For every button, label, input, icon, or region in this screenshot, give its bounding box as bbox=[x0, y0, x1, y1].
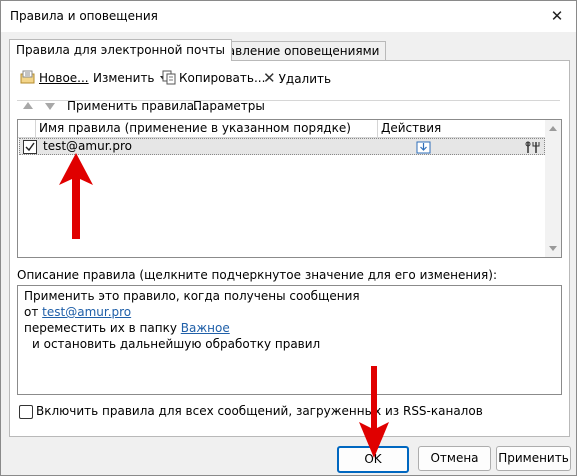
column-actions[interactable]: Действия bbox=[378, 120, 545, 137]
description-line-2: от test@amur.pro bbox=[24, 305, 131, 319]
cancel-button[interactable]: Отмена bbox=[418, 446, 491, 471]
parameters-button[interactable]: Параметры bbox=[193, 96, 265, 116]
scroll-down-icon[interactable] bbox=[549, 246, 557, 251]
annotation-arrow-down-icon bbox=[359, 366, 389, 458]
checkmark-icon bbox=[25, 142, 35, 152]
move-down-icon[interactable] bbox=[45, 103, 55, 110]
copy-icon bbox=[162, 70, 176, 85]
move-to-folder-icon bbox=[416, 141, 431, 154]
table-row[interactable]: test@amur.pro bbox=[19, 138, 545, 155]
rule-description-box: Применить это правило, когда получены со… bbox=[17, 285, 562, 395]
delete-icon: ✕ bbox=[263, 69, 276, 87]
rules-list-header: Имя правила (применение в указанном поря… bbox=[18, 120, 545, 138]
rules-list[interactable]: Имя правила (применение в указанном поря… bbox=[17, 119, 562, 258]
edit-rule-label: Изменить bbox=[93, 71, 155, 85]
new-rule-label: Новое... bbox=[39, 71, 89, 85]
tab-email-rules[interactable]: Правила для электронной почты bbox=[9, 39, 232, 61]
dialog-title: Правила и оповещения bbox=[10, 9, 158, 23]
rules-and-alerts-dialog: Правила и оповещения ✕ Правила для элект… bbox=[0, 0, 577, 476]
move-to-folder-label: переместить их в папку bbox=[24, 321, 177, 335]
close-icon[interactable]: ✕ bbox=[541, 3, 573, 29]
rule-name: test@amur.pro bbox=[43, 139, 132, 153]
description-line-1: Применить это правило, когда получены со… bbox=[24, 289, 360, 303]
rss-rules-checkbox[interactable] bbox=[19, 405, 33, 419]
description-line-3: переместить их в папку Важное bbox=[24, 321, 230, 335]
checkbox-column-header bbox=[18, 120, 36, 137]
from-label: от bbox=[24, 305, 39, 319]
folder-link[interactable]: Важное bbox=[181, 321, 230, 335]
rule-description-label: Описание правила (щелкните подчеркнутое … bbox=[17, 268, 497, 282]
sender-link[interactable]: test@amur.pro bbox=[42, 305, 131, 319]
annotation-arrow-up-icon bbox=[59, 153, 93, 239]
move-up-icon[interactable] bbox=[23, 102, 33, 109]
description-line-4: и остановить дальнейшую обработку правил bbox=[32, 337, 321, 351]
apply-rules-button[interactable]: Применить правила... bbox=[67, 96, 206, 116]
new-rule-button[interactable]: Новое... bbox=[19, 68, 89, 88]
rule-enabled-checkbox[interactable] bbox=[23, 140, 37, 154]
edit-rule-button[interactable]: Изменить bbox=[93, 68, 167, 88]
copy-rule-button[interactable]: Копировать... bbox=[161, 68, 265, 88]
new-rule-icon bbox=[20, 70, 35, 84]
stop-processing-icon bbox=[525, 141, 540, 153]
copy-rule-label: Копировать... bbox=[179, 71, 266, 85]
apply-button[interactable]: Применить bbox=[496, 446, 571, 471]
title-bar: Правила и оповещения ✕ bbox=[1, 1, 576, 32]
scroll-up-icon[interactable] bbox=[549, 126, 557, 131]
rules-list-scrollbar[interactable] bbox=[545, 120, 561, 257]
rss-rules-label: Включить правила для всех сообщений, заг… bbox=[36, 404, 483, 418]
delete-rule-button[interactable]: ✕ Удалить bbox=[263, 68, 331, 88]
column-rule-name[interactable]: Имя правила (применение в указанном поря… bbox=[36, 120, 378, 137]
delete-rule-label: Удалить bbox=[278, 72, 332, 86]
